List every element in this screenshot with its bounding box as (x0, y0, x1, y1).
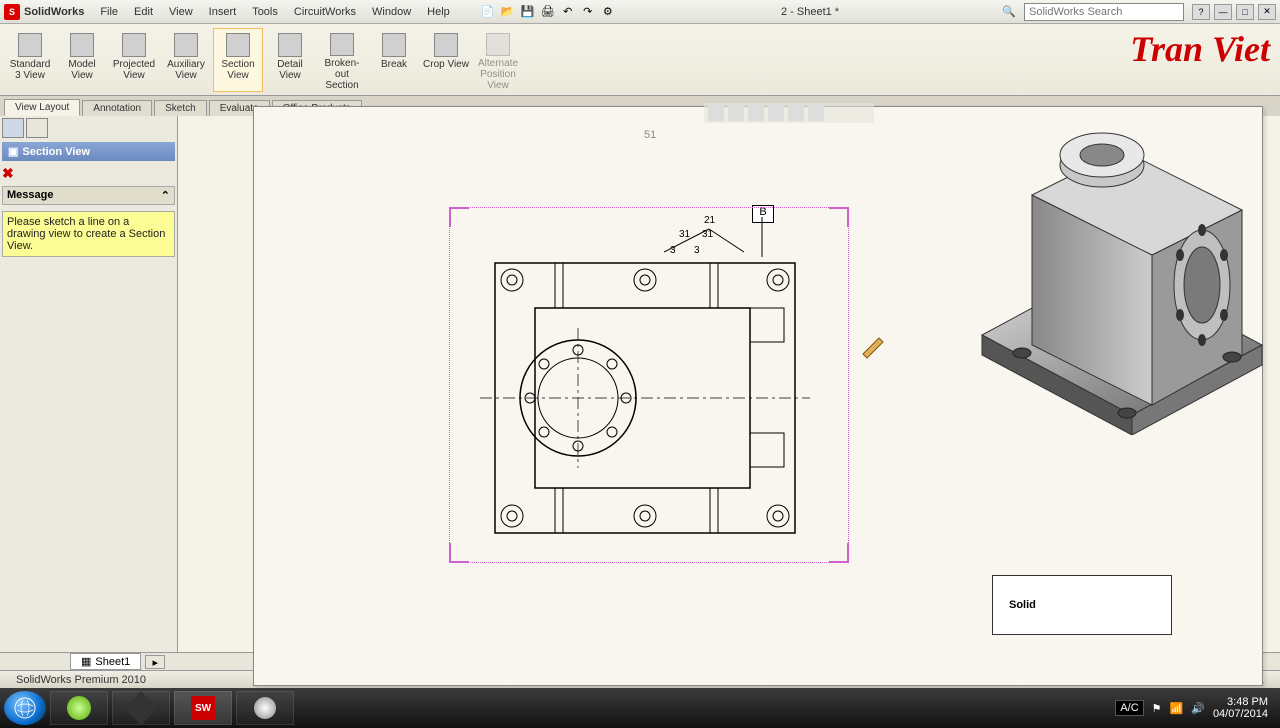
zoom-fit-icon[interactable] (708, 105, 724, 121)
drawing-sheet: 51 B 21 31 31 3 3 (253, 106, 1263, 686)
ribbon-break[interactable]: Break (369, 28, 419, 92)
qat-open-icon[interactable]: 📂 (498, 4, 518, 20)
tab-view-layout[interactable]: View Layout (4, 99, 80, 116)
menu-insert[interactable]: Insert (201, 6, 245, 18)
tray-time[interactable]: 3:48 PM (1213, 696, 1268, 708)
standard-3view-icon (18, 33, 42, 57)
pm-tab-feature-icon[interactable] (2, 118, 24, 138)
tab-annotation[interactable]: Annotation (82, 100, 152, 116)
add-sheet-button[interactable]: ▸ (145, 655, 165, 669)
drawing-view-selected[interactable] (449, 207, 849, 563)
section-icon[interactable] (768, 105, 784, 121)
ribbon-auxiliary-view[interactable]: Auxiliary View (161, 28, 211, 92)
titlebar: S SolidWorks File Edit View Insert Tools… (0, 0, 1280, 24)
prev-view-icon[interactable] (748, 105, 764, 121)
drawing-geometry (460, 228, 840, 558)
tray-network-icon[interactable]: 📶 (1170, 702, 1184, 715)
crop-view-icon (434, 33, 458, 57)
section-view-icon (226, 33, 250, 57)
search-icon: 🔍 (1002, 5, 1016, 18)
ribbon-crop-view[interactable]: Crop View (421, 28, 471, 92)
pm-cancel-button[interactable]: ✖ (2, 165, 175, 182)
windows-taskbar: SW A/C ⚑ 📶 🔊 3:48 PM 04/07/2014 (0, 688, 1280, 728)
brokenout-icon (330, 33, 354, 56)
sheet-tab-sheet1[interactable]: ▦ Sheet1 (70, 653, 141, 670)
qat-save-icon[interactable]: 💾 (518, 4, 538, 20)
alt-position-icon (486, 33, 510, 56)
menu-help[interactable]: Help (419, 6, 458, 18)
menu-edit[interactable]: Edit (126, 6, 161, 18)
tray-volume-icon[interactable]: 🔊 (1191, 702, 1205, 715)
ribbon-alternate-position[interactable]: Alternate Position View (473, 28, 523, 92)
menu-file[interactable]: File (92, 6, 126, 18)
dim-top: 51 (644, 129, 656, 141)
zoom-area-icon[interactable] (728, 105, 744, 121)
projected-view-icon (122, 33, 146, 57)
display-style-icon[interactable] (788, 105, 804, 121)
section-view-icon: ▣ (8, 145, 18, 158)
tray-flag-icon[interactable]: ⚑ (1152, 702, 1162, 715)
ribbon-projected-view[interactable]: Projected View (109, 28, 159, 92)
pm-message-header[interactable]: Message ⌃ (2, 186, 175, 205)
close-button[interactable]: ✕ (1258, 4, 1276, 20)
qat-undo-icon[interactable]: ↶ (558, 4, 578, 20)
app-name: SolidWorks (24, 6, 84, 18)
pm-message-body: Please sketch a line on a drawing view t… (2, 211, 175, 257)
document-title: 2 - Sheet1 * (618, 6, 1003, 18)
system-tray: A/C ⚑ 📶 🔊 3:48 PM 04/07/2014 (1115, 696, 1276, 720)
minimize-button[interactable]: — (1214, 4, 1232, 20)
drawing-canvas[interactable]: 51 B 21 31 31 3 3 (178, 116, 1280, 652)
title-block: Solid (992, 575, 1172, 635)
ribbon-detail-view[interactable]: Detail View (265, 28, 315, 92)
menu-circuitworks[interactable]: CircuitWorks (286, 6, 364, 18)
menu-window[interactable]: Window (364, 6, 419, 18)
qat-options-icon[interactable]: ⚙ (598, 4, 618, 20)
pm-title: ▣ Section View (2, 142, 175, 161)
help-button[interactable]: ? (1192, 4, 1210, 20)
pm-tab-property-icon[interactable] (26, 118, 48, 138)
sketch-cursor-icon (859, 332, 889, 362)
qat-print-icon[interactable]: 🖨 (538, 4, 558, 20)
maximize-button[interactable]: □ (1236, 4, 1254, 20)
menu-tools[interactable]: Tools (244, 6, 286, 18)
model-view-icon (70, 33, 94, 57)
ribbon-model-view[interactable]: Model View (57, 28, 107, 92)
collapse-icon[interactable]: ⌃ (161, 189, 170, 202)
sheet-icon: ▦ (81, 655, 91, 668)
property-manager: ▣ Section View ✖ Message ⌃ Please sketch… (0, 116, 178, 652)
tray-ac[interactable]: A/C (1115, 700, 1143, 716)
break-icon (382, 33, 406, 57)
tab-sketch[interactable]: Sketch (154, 100, 207, 116)
heads-up-toolbar (704, 103, 874, 123)
ribbon-standard-3-view[interactable]: Standard 3 View (5, 28, 55, 92)
ribbon: Standard 3 View Model View Projected Vie… (0, 24, 1280, 96)
ribbon-brokenout-section[interactable]: Broken-out Section (317, 28, 367, 92)
ribbon-section-view[interactable]: Section View (213, 28, 263, 92)
detail-view-icon (278, 33, 302, 57)
isometric-3d-preview (952, 95, 1272, 435)
app-logo-icon: S (4, 4, 20, 20)
tray-date[interactable]: 04/07/2014 (1213, 708, 1268, 720)
menu-view[interactable]: View (161, 6, 201, 18)
hide-show-icon[interactable] (808, 105, 824, 121)
auxiliary-view-icon (174, 33, 198, 57)
watermark: Tran Viet (1130, 28, 1270, 70)
status-app-version: SolidWorks Premium 2010 (16, 674, 146, 686)
qat-redo-icon[interactable]: ↷ (578, 4, 598, 20)
search-input[interactable] (1024, 3, 1184, 21)
qat-new-icon[interactable]: 📄 (478, 4, 498, 20)
